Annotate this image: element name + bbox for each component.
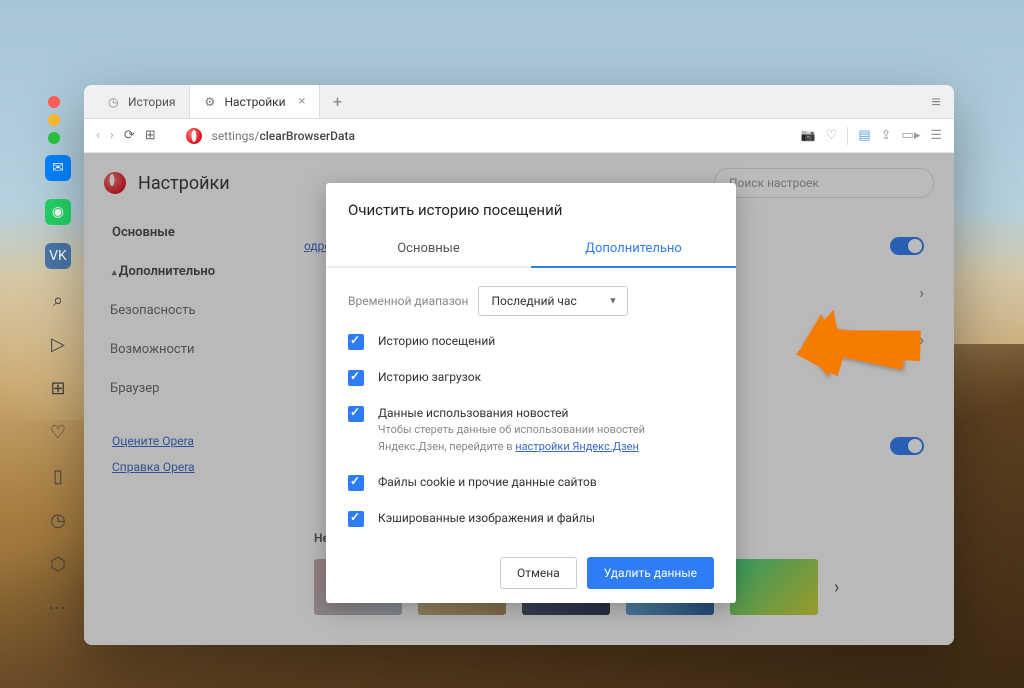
forward-button[interactable]: › (110, 128, 114, 143)
snapshot-icon[interactable] (801, 128, 816, 143)
share-icon[interactable]: ⇪ (881, 128, 892, 143)
confirm-button[interactable]: Удалить данные (587, 557, 714, 589)
opera-logo-icon (186, 128, 202, 144)
search-icon[interactable]: ⌕ (45, 287, 71, 313)
time-range-label: Временной диапазон (348, 294, 468, 308)
more-icon[interactable]: ⋯ (45, 595, 71, 621)
option-label: Файлы cookie и прочие данные сайтов (378, 475, 597, 489)
time-range-select[interactable]: Последний час ▼ (478, 286, 628, 316)
clear-options-list: Историю посещений Историю загрузок Данны… (326, 320, 736, 547)
extensions-icon[interactable]: ⬡ (45, 551, 71, 577)
history-icon[interactable]: ◷ (45, 507, 71, 533)
clear-data-dialog: Очистить историю посещений Основные Допо… (326, 183, 736, 603)
checkbox-news[interactable] (348, 406, 364, 422)
tab-advanced[interactable]: Дополнительно (531, 231, 736, 268)
window-traffic-lights (48, 96, 60, 144)
tab-history[interactable]: История (94, 85, 190, 118)
sync-icon[interactable]: ▤ (858, 128, 870, 143)
checkbox-cache[interactable] (348, 511, 364, 527)
separator (847, 127, 848, 145)
back-button[interactable]: ‹ (96, 128, 100, 143)
heart-icon[interactable]: ♡ (826, 128, 838, 143)
close-icon[interactable]: × (299, 94, 306, 109)
content-area: Настройки Поиск настроек Основные Дополн… (84, 153, 954, 645)
bookmark-icon[interactable]: ▯ (45, 463, 71, 489)
option-label: Кэшированные изображения и файлы (378, 511, 595, 525)
dialog-tabs: Основные Дополнительно (326, 231, 736, 268)
tab-menu-icon[interactable] (918, 85, 954, 118)
new-tab-button[interactable]: + (320, 85, 354, 118)
toolbar: ‹ › ⟳ ⊞ settings/clearBrowserData ♡ ▤ ⇪ … (84, 119, 954, 153)
whatsapp-icon[interactable]: ◉ (45, 199, 71, 225)
tab-label: Настройки (224, 95, 285, 109)
minimize-dot-icon[interactable] (48, 114, 60, 126)
yandex-zen-link[interactable]: настройки Яндекс.Дзен (515, 440, 639, 453)
maximize-dot-icon[interactable] (48, 132, 60, 144)
tab-strip: История Настройки × + (84, 85, 954, 119)
speed-dial-icon[interactable]: ⊞ (45, 375, 71, 401)
tab-settings[interactable]: Настройки × (190, 85, 320, 118)
checkbox-cookies[interactable] (348, 475, 364, 491)
battery-icon[interactable]: ▭▸ (902, 128, 921, 143)
history-icon (108, 95, 121, 108)
cancel-button[interactable]: Отмена (500, 557, 577, 589)
opera-sidebar: ✉ ◉ VK ⌕ ▷ ⊞ ♡ ▯ ◷ ⬡ ⋯ (40, 155, 76, 621)
tab-basic[interactable]: Основные (326, 231, 531, 266)
gear-icon (204, 95, 217, 108)
checkbox-history[interactable] (348, 334, 364, 350)
easy-setup-icon[interactable]: ☰ (930, 128, 942, 143)
heart-icon[interactable]: ♡ (45, 419, 71, 445)
checkbox-downloads[interactable] (348, 370, 364, 386)
send-icon[interactable]: ▷ (45, 331, 71, 357)
browser-window: История Настройки × + ‹ › ⟳ ⊞ settings/c… (84, 85, 954, 645)
messenger-icon[interactable]: ✉ (45, 155, 71, 181)
dialog-title: Очистить историю посещений (326, 183, 736, 231)
tab-label: История (128, 95, 175, 109)
chevron-down-icon: ▼ (609, 296, 618, 307)
apps-icon[interactable]: ⊞ (145, 128, 156, 143)
option-label: Историю загрузок (378, 370, 481, 384)
option-label: Данные использования новостей Чтобы стер… (378, 406, 714, 455)
address-bar[interactable]: settings/clearBrowserData (212, 129, 791, 143)
reload-button[interactable]: ⟳ (124, 128, 135, 143)
vk-icon[interactable]: VK (45, 243, 71, 269)
close-dot-icon[interactable] (48, 96, 60, 108)
option-label: Историю посещений (378, 334, 495, 348)
